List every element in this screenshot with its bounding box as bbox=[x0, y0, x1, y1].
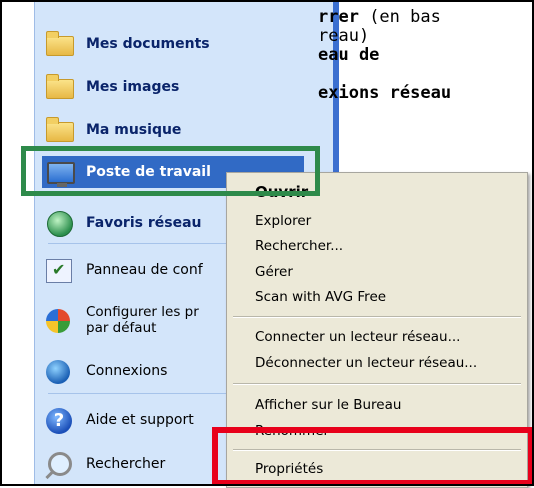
start-item-label: Rechercher bbox=[86, 456, 166, 472]
start-item-my-music[interactable]: Ma musique bbox=[42, 114, 181, 146]
start-item-label: Ma musique bbox=[86, 122, 182, 138]
start-item-search[interactable]: Rechercher bbox=[42, 448, 165, 480]
context-separator bbox=[233, 316, 521, 318]
start-item-label: Configurer les pr bbox=[86, 304, 199, 320]
network-favorites-icon bbox=[42, 208, 78, 238]
start-item-help-support[interactable]: ? Aide et support bbox=[42, 404, 194, 436]
start-item-label: Mes images bbox=[86, 79, 180, 95]
start-item-default-programs[interactable]: Configurer les pr par défaut bbox=[42, 300, 199, 340]
start-item-network-favorites[interactable]: Favoris réseau bbox=[42, 207, 202, 239]
control-panel-icon bbox=[42, 255, 78, 285]
highlight-box-properties bbox=[212, 427, 534, 486]
help-icon: ? bbox=[42, 405, 78, 435]
start-item-label: Mes documents bbox=[86, 36, 210, 52]
context-item-scan-avg[interactable]: Scan with AVG Free bbox=[255, 289, 386, 305]
default-programs-icon bbox=[42, 305, 78, 335]
start-item-label-2: par défaut bbox=[86, 320, 157, 336]
start-item-label: Connexions bbox=[86, 363, 168, 379]
start-item-label: Favoris réseau bbox=[86, 215, 202, 231]
folder-icon bbox=[42, 115, 78, 145]
doc-line-1: rrer (en bas bbox=[318, 7, 441, 27]
start-item-connections[interactable]: Connexions bbox=[42, 355, 167, 387]
start-item-label: Panneau de conf bbox=[86, 262, 203, 278]
context-item-map-network-drive[interactable]: Connecter un lecteur réseau... bbox=[255, 329, 460, 345]
doc-line-2: reau) bbox=[318, 26, 370, 46]
context-item-explore[interactable]: Explorer bbox=[255, 213, 311, 229]
doc-line-4: exions réseau bbox=[318, 83, 452, 103]
context-item-search[interactable]: Rechercher... bbox=[255, 238, 343, 254]
start-item-control-panel[interactable]: Panneau de conf bbox=[42, 254, 203, 286]
context-item-manage[interactable]: Gérer bbox=[255, 264, 293, 280]
context-separator bbox=[233, 383, 521, 385]
connections-icon bbox=[42, 356, 78, 386]
doc-line-3: eau de bbox=[318, 45, 380, 65]
background-document: rrer (en bas reau) eau de exions réseau bbox=[318, 8, 528, 103]
context-item-show-on-desktop[interactable]: Afficher sur le Bureau bbox=[255, 397, 401, 413]
my-documents-icon bbox=[42, 29, 78, 59]
start-item-my-pictures[interactable]: Mes images bbox=[42, 71, 179, 103]
start-item-label: Aide et support bbox=[86, 412, 194, 428]
highlight-box-my-computer bbox=[21, 146, 320, 196]
search-icon bbox=[42, 449, 78, 479]
start-item-my-documents[interactable]: Mes documents bbox=[42, 28, 210, 60]
context-item-disconnect-network-drive[interactable]: Déconnecter un lecteur réseau... bbox=[255, 355, 477, 371]
folder-icon bbox=[42, 72, 78, 102]
